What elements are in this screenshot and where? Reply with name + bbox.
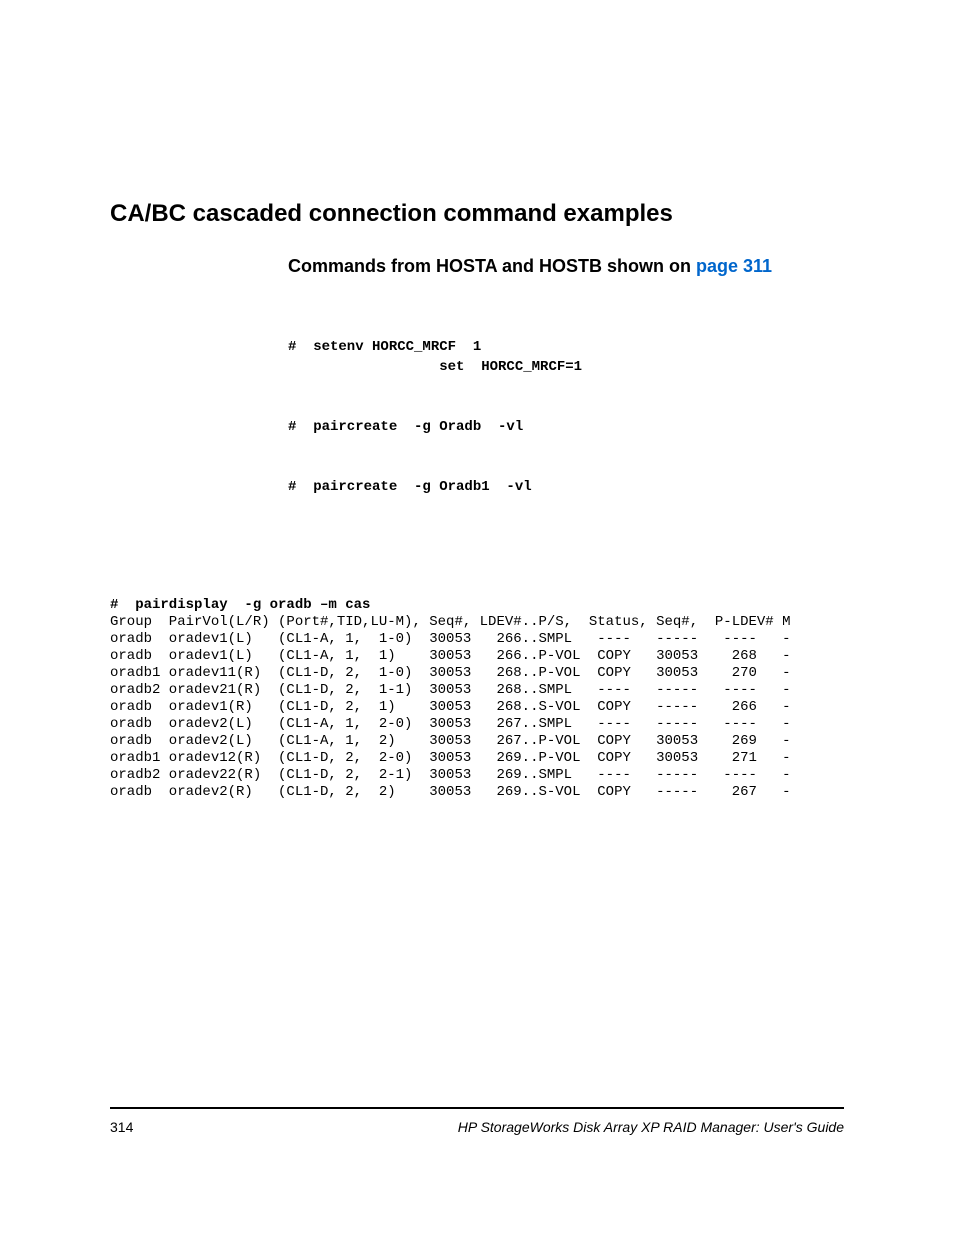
cmd-paircreate-oradb: # paircreate -g Oradb -vl bbox=[288, 419, 523, 435]
table-row: oradb oradev2(L) (CL1-A, 1, 2) 30053 267… bbox=[110, 733, 791, 749]
table-row: oradb oradev2(L) (CL1-A, 1, 2-0) 30053 2… bbox=[110, 716, 791, 732]
section-heading: CA/BC cascaded connection command exampl… bbox=[110, 200, 844, 228]
cmd-set: set HORCC_MRCF=1 bbox=[288, 359, 582, 375]
table-row: oradb oradev1(L) (CL1-A, 1, 1-0) 30053 2… bbox=[110, 631, 791, 647]
page-link[interactable]: page 311 bbox=[696, 256, 772, 276]
table-row: oradb2 oradev21(R) (CL1-D, 2, 1-1) 30053… bbox=[110, 682, 791, 698]
command-block-1: # setenv HORCC_MRCF 1 set HORCC_MRCF=1 bbox=[288, 337, 844, 377]
subheading-prefix: Commands from HOSTA and HOSTB shown on bbox=[288, 256, 696, 276]
table-header-row: Group PairVol(L/R) (Port#,TID,LU-M), Seq… bbox=[110, 614, 791, 630]
table-row: oradb1 oradev11(R) (CL1-D, 2, 1-0) 30053… bbox=[110, 665, 791, 681]
table-row: oradb oradev2(R) (CL1-D, 2, 2) 30053 269… bbox=[110, 784, 791, 800]
cmd-pairdisplay: # pairdisplay -g oradb –m cas bbox=[110, 597, 370, 613]
command-block-3: # paircreate -g Oradb1 -vl bbox=[288, 477, 844, 497]
footer-title: HP StorageWorks Disk Array XP RAID Manag… bbox=[458, 1119, 844, 1135]
page-footer: 314 HP StorageWorks Disk Array XP RAID M… bbox=[110, 1107, 844, 1135]
table-row: oradb oradev1(L) (CL1-A, 1, 1) 30053 266… bbox=[110, 648, 791, 664]
cmd-setenv: # setenv HORCC_MRCF 1 bbox=[288, 339, 481, 355]
subsection-heading: Commands from HOSTA and HOSTB shown on p… bbox=[110, 256, 844, 277]
table-row: oradb2 oradev22(R) (CL1-D, 2, 2-1) 30053… bbox=[110, 767, 791, 783]
table-row: oradb1 oradev12(R) (CL1-D, 2, 2-0) 30053… bbox=[110, 750, 791, 766]
pairdisplay-output: # pairdisplay -g oradb –m cas Group Pair… bbox=[110, 597, 844, 801]
table-row: oradb oradev1(R) (CL1-D, 2, 1) 30053 268… bbox=[110, 699, 791, 715]
cmd-paircreate-oradb1: # paircreate -g Oradb1 -vl bbox=[288, 479, 532, 495]
command-block-2: # paircreate -g Oradb -vl bbox=[288, 417, 844, 437]
page-number: 314 bbox=[110, 1119, 133, 1135]
